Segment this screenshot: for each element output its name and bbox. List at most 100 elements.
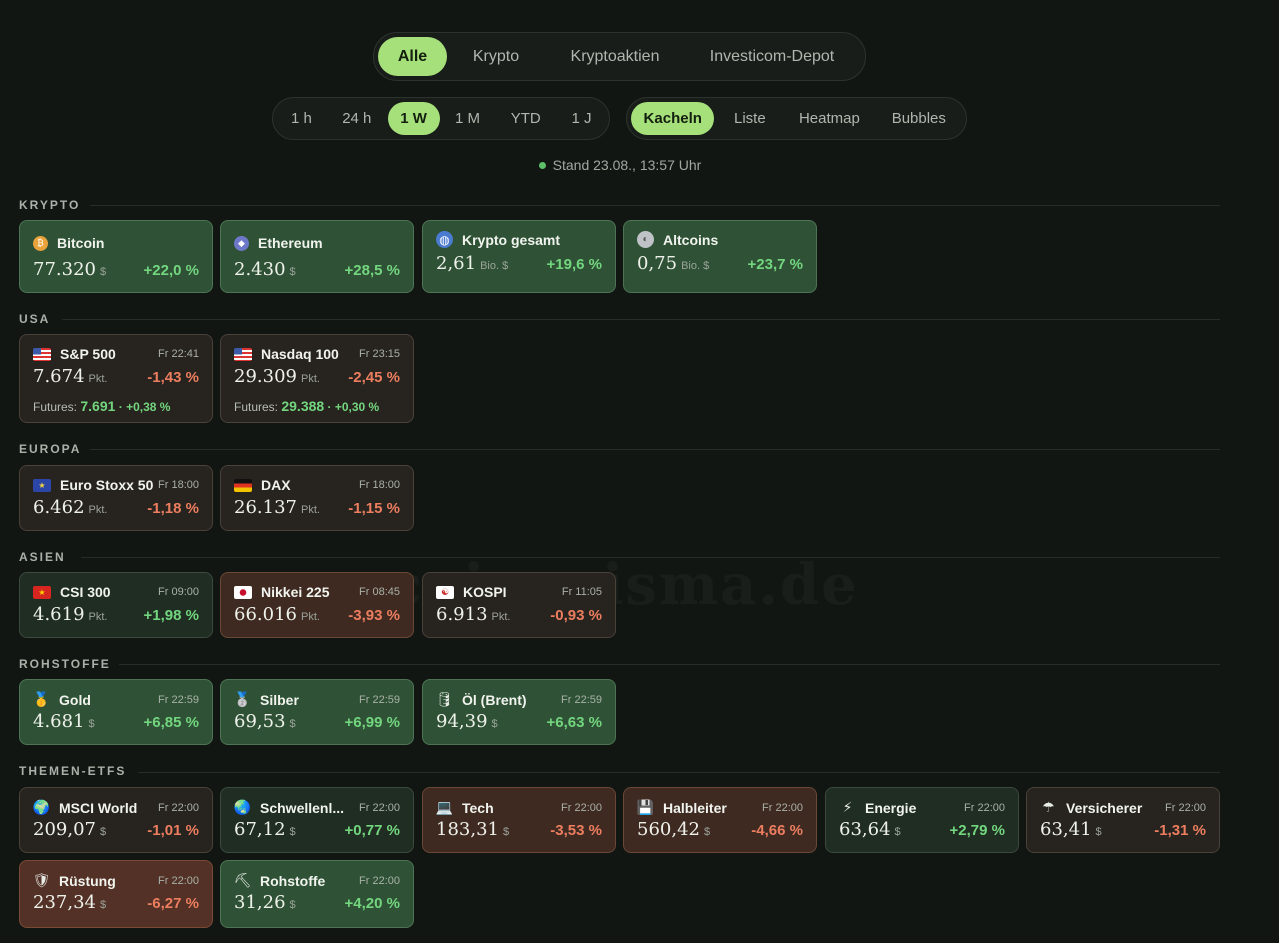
market-tile[interactable]: 🌏 Schwellenl... Fr 22:00 67,12 $ +0,77 % bbox=[220, 787, 414, 853]
timeframe-tabs: 1 h 24 h 1 W 1 M YTD 1 J bbox=[272, 97, 610, 140]
view-heatmap[interactable]: Heatmap bbox=[785, 102, 873, 135]
eu-flag-icon: ★ bbox=[33, 478, 51, 492]
tile-value-row: 4.681 $ +6,85 % bbox=[33, 711, 199, 732]
market-tile[interactable]: ★ CSI 300 Fr 09:00 4.619 Pkt. +1,98 % bbox=[19, 572, 213, 638]
timeframe-ytd[interactable]: YTD bbox=[495, 102, 556, 135]
tab-kryptoaktien[interactable]: Kryptoaktien bbox=[545, 37, 685, 76]
tile-name: Ethereum bbox=[258, 235, 323, 251]
market-tile[interactable]: ◍ Krypto gesamt 2,61 Bio. $ +19,6 % bbox=[422, 220, 616, 293]
section-divider bbox=[61, 319, 1220, 320]
timeframe-1h[interactable]: 1 h bbox=[277, 102, 326, 135]
section-label: ROHSTOFFE bbox=[19, 657, 111, 671]
timeframe-1j[interactable]: 1 J bbox=[558, 102, 605, 135]
tab-alle[interactable]: Alle bbox=[378, 37, 447, 76]
market-tile[interactable]: S&P 500 Fr 22:41 7.674 Pkt. -1,43 % Futures: … bbox=[19, 334, 213, 423]
tile-name: Halbleiter bbox=[663, 799, 727, 816]
view-kacheln[interactable]: Kacheln bbox=[631, 102, 715, 135]
tile-price: 63,41 $ bbox=[1040, 819, 1102, 840]
tile-value-row: 4.619 Pkt. +1,98 % bbox=[33, 604, 199, 625]
market-tile[interactable]: ◆ Ethereum 2.430 $ +28,5 % bbox=[220, 220, 414, 293]
shield-icon: 🛡 bbox=[32, 872, 51, 888]
tile-timestamp: Fr 23:15 bbox=[359, 348, 400, 360]
tile-value-row: 560,42 $ -4,66 % bbox=[637, 819, 803, 840]
tile-price-unit: Pkt. bbox=[300, 504, 320, 516]
tile-name: MSCI World bbox=[59, 799, 138, 816]
market-tile[interactable]: DAX Fr 18:00 26.137 Pkt. -1,15 % bbox=[220, 465, 414, 531]
tab-krypto[interactable]: Krypto bbox=[449, 37, 543, 76]
tile-name: Tech bbox=[462, 799, 494, 816]
market-tile[interactable]: 🛢 Öl (Brent) Fr 22:59 94,39 $ +6,63 % bbox=[422, 679, 616, 745]
gold-medal-icon: 🥇 bbox=[32, 691, 51, 707]
market-tile[interactable]: Nasdaq 100 Fr 23:15 29.309 Pkt. -2,45 % Futur… bbox=[220, 334, 414, 423]
ethereum-icon: ◆ bbox=[234, 235, 249, 251]
view-liste[interactable]: Liste bbox=[716, 102, 783, 135]
tile-price: 67,12 $ bbox=[234, 819, 296, 840]
market-tile[interactable]: 🥈 Silber Fr 22:59 69,53 $ +6,99 % bbox=[220, 679, 414, 745]
tile-change: -1,31 % bbox=[1154, 822, 1206, 839]
status-text: Stand 23.08., 13:57 Uhr bbox=[552, 157, 702, 173]
tile-change: -6,27 % bbox=[147, 895, 199, 912]
tile-timestamp: Fr 22:00 bbox=[561, 801, 602, 814]
section-divider bbox=[137, 772, 1220, 773]
tile-price-unit: $ bbox=[99, 266, 107, 278]
tile-name: Rüstung bbox=[59, 872, 116, 889]
tile-name: Öl (Brent) bbox=[462, 691, 527, 708]
tile-price: 2,61 Bio. $ bbox=[436, 253, 508, 274]
tile-price-value: 26.137 bbox=[234, 497, 297, 518]
tile-timestamp: Fr 22:00 bbox=[158, 801, 199, 814]
tile-price-value: 2,61 bbox=[436, 253, 477, 274]
live-dot-icon bbox=[538, 162, 546, 169]
market-tile[interactable]: ◐ Altcoins 0,75 Bio. $ +23,7 % bbox=[623, 220, 817, 293]
timeframe-1w[interactable]: 1 W bbox=[387, 102, 440, 135]
umbrella-icon: ☂ bbox=[1042, 799, 1055, 815]
tile-header: ₿ Bitcoin bbox=[33, 235, 199, 251]
tile-price-value: 6.462 bbox=[33, 497, 85, 518]
tile-timestamp: Fr 22:41 bbox=[158, 348, 199, 360]
tile-price-unit: $ bbox=[289, 899, 296, 911]
tile-price-unit: $ bbox=[703, 826, 711, 838]
us-flag-icon bbox=[33, 347, 51, 361]
tile-change: -1,43 % bbox=[147, 369, 199, 386]
tile-price-unit: $ bbox=[289, 266, 296, 278]
market-tile[interactable]: 🛡 Rüstung Fr 22:00 237,34 $ -6,27 % bbox=[19, 860, 213, 928]
market-tile[interactable]: 🥇 Gold Fr 22:59 4.681 $ +6,85 % bbox=[19, 679, 213, 745]
bitcoin-icon: ₿ bbox=[33, 235, 48, 251]
tile-name: Krypto gesamt bbox=[462, 231, 561, 248]
tile-price-unit: Pkt. bbox=[491, 611, 511, 623]
tile-value-row: 0,75 Bio. $ +23,7 % bbox=[637, 253, 803, 274]
tile-price-unit: Pkt. bbox=[88, 373, 108, 385]
tile-change: -2,45 % bbox=[348, 369, 400, 386]
market-tile[interactable]: ⛏ Rohstoffe Fr 22:00 31,26 $ +4,20 % bbox=[220, 860, 414, 928]
timeframe-1m[interactable]: 1 M bbox=[442, 102, 494, 135]
view-bubbles[interactable]: Bubbles bbox=[876, 102, 962, 135]
market-tile[interactable]: ⚡ Energie Fr 22:00 63,64 $ +2,79 % bbox=[825, 787, 1019, 853]
tile-value-row: 67,12 $ +0,77 % bbox=[234, 819, 400, 840]
tile-header: 🥇 Gold Fr 22:59 bbox=[33, 691, 199, 708]
tile-change: +4,20 % bbox=[344, 895, 400, 912]
tile-header: ⚡ Energie Fr 22:00 bbox=[839, 799, 1005, 816]
tile-change: +23,7 % bbox=[747, 256, 803, 273]
tile-price-unit: $ bbox=[289, 826, 296, 838]
market-tile[interactable]: 🌍 MSCI World Fr 22:00 209,07 $ -1,01 % bbox=[19, 787, 213, 853]
market-tile[interactable]: ★ Euro Stoxx 50 Fr 18:00 6.462 Pkt. -1,18 % bbox=[19, 465, 213, 531]
altcoins-icon: ◐ bbox=[637, 231, 654, 248]
market-tile[interactable]: Nikkei 225 Fr 08:45 66.016 Pkt. -3,93 % bbox=[220, 572, 414, 638]
tile-timestamp: Fr 22:59 bbox=[359, 693, 400, 706]
tile-change: +28,5 % bbox=[344, 262, 400, 279]
tile-price-value: 4.619 bbox=[33, 604, 85, 625]
pickaxe-icon: ⛏ bbox=[233, 872, 252, 888]
futures-change: · +0,38 % bbox=[118, 400, 171, 414]
market-tile[interactable]: ☯ KOSPI Fr 11:05 6.913 Pkt. -0,93 % bbox=[422, 572, 616, 638]
market-tile[interactable]: 💾 Halbleiter Fr 22:00 560,42 $ -4,66 % bbox=[623, 787, 817, 853]
timeframe-24h[interactable]: 24 h bbox=[328, 102, 386, 135]
tab-investicom-depot[interactable]: Investicom-Depot bbox=[687, 37, 857, 76]
tile-price-unit: Bio. $ bbox=[681, 260, 710, 272]
market-tile[interactable]: 💻 Tech Fr 22:00 183,31 $ -3,53 % bbox=[422, 787, 616, 853]
market-tile[interactable]: ☂ Versicherer Fr 22:00 63,41 $ -1,31 % bbox=[1026, 787, 1220, 853]
tile-price: 4.681 $ bbox=[33, 711, 95, 732]
tile-price-unit: $ bbox=[502, 826, 510, 838]
market-tile[interactable]: ₿ Bitcoin 77.320 $ +22,0 % bbox=[19, 220, 213, 293]
category-tabs: Alle Krypto Kryptoaktien Investicom-Depo… bbox=[373, 32, 866, 81]
tile-header: ★ Euro Stoxx 50 Fr 18:00 bbox=[33, 477, 199, 493]
tile-price-unit: $ bbox=[491, 718, 498, 730]
